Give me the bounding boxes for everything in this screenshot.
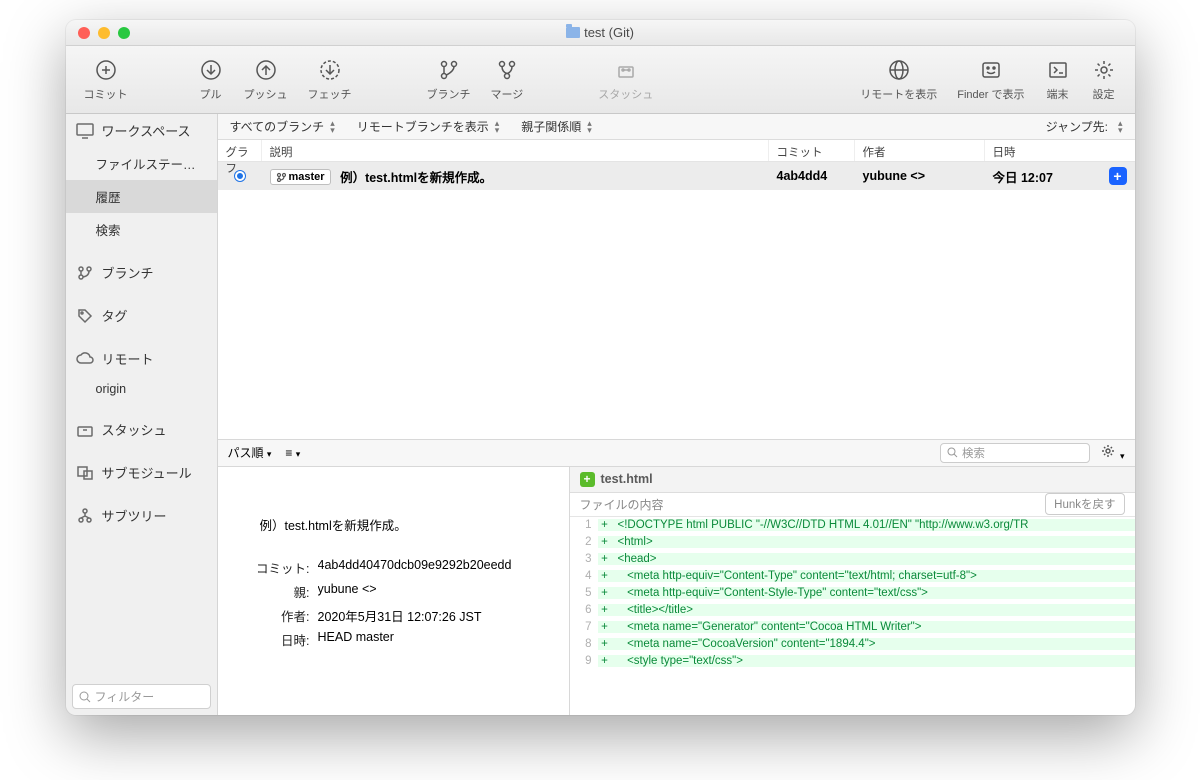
sidebar-item-search[interactable]: 検索 (66, 213, 217, 246)
globe-icon (886, 57, 912, 83)
commit-list-empty (218, 190, 1135, 439)
commit-button[interactable]: コミット (74, 57, 138, 102)
col-graph[interactable]: グラフ (218, 140, 262, 161)
sidebar-item-history[interactable]: 履歴 (66, 180, 217, 213)
titlebar: test (Git) (66, 20, 1135, 46)
pull-button[interactable]: プル (188, 57, 234, 102)
remote-toggle-select[interactable]: リモートブランチを表示▴▾ (357, 118, 500, 135)
close-button[interactable] (78, 27, 90, 39)
add-button[interactable]: + (1109, 167, 1127, 185)
push-icon (253, 57, 279, 83)
drawer-icon (76, 422, 94, 438)
show-finder-button[interactable]: Finder で表示 (947, 57, 1034, 102)
monitor-icon (76, 123, 94, 139)
branch-badge[interactable]: master (270, 169, 331, 185)
main-area: すべてのブランチ▴▾ リモートブランチを表示▴▾ 親子関係順▴▾ ジャンプ先: … (218, 114, 1135, 715)
detail-author: 2020年5月31日 12:07:26 JST (318, 606, 549, 625)
branch-button[interactable]: ブランチ (417, 57, 481, 102)
sidebar-item-remote[interactable]: リモート (66, 342, 217, 375)
sidebar-item-subtree[interactable]: サブツリー (66, 499, 217, 532)
title-text: test (Git) (584, 25, 634, 40)
maximize-button[interactable] (118, 27, 130, 39)
search-input[interactable]: 検索 (940, 443, 1090, 463)
commit-row[interactable]: master 例）test.htmlを新規作成。 4ab4dd4 yubune … (218, 162, 1135, 190)
diff-subheader: ファイルの内容 Hunkを戻す (570, 493, 1135, 517)
sidebar: ワークスペース ファイルステー… 履歴 検索 ブランチ タグ リモート orig… (66, 114, 218, 715)
push-button[interactable]: プッシュ (234, 57, 298, 102)
subtree-icon (76, 508, 94, 524)
commit-date: 今日 12:07 (993, 167, 1053, 186)
pull-icon (198, 57, 224, 83)
folder-icon (566, 27, 580, 38)
diff-file-header[interactable]: + test.html (570, 467, 1135, 493)
detail-message: 例）test.htmlを新規作成。 (238, 515, 549, 534)
detail-parent: yubune <> (318, 582, 549, 601)
col-date[interactable]: 日時 (985, 140, 1135, 161)
commit-icon (93, 57, 119, 83)
diff-panel: + test.html ファイルの内容 Hunkを戻す 1+<!DOCTYPE … (570, 467, 1135, 716)
commit-detail: 例）test.htmlを新規作成。 コミット:4ab4dd40470dcb09e… (218, 467, 570, 716)
jump-to-label: ジャンプ先: (1046, 118, 1108, 135)
app-window: test (Git) コミット プル プッシュ フェッチ ブランチ マージ (66, 20, 1135, 715)
column-headers: グラフ 説明 コミット 作者 日時 (218, 140, 1135, 162)
view-mode-select[interactable]: ≡ ▾ (285, 446, 300, 460)
sidebar-item-submodule[interactable]: サブモジュール (66, 456, 217, 489)
added-icon: + (580, 472, 595, 487)
commit-hash: 4ab4dd4 (769, 169, 855, 183)
order-select[interactable]: 親子関係順▴▾ (521, 118, 592, 135)
stash-button[interactable]: スタッシュ (588, 57, 663, 102)
branch-icon (436, 57, 462, 83)
fetch-button[interactable]: フェッチ (298, 57, 362, 102)
branch-filter-select[interactable]: すべてのブランチ▴▾ (230, 118, 335, 135)
finder-icon (978, 57, 1004, 83)
fetch-icon (317, 57, 343, 83)
tag-icon (76, 308, 94, 324)
stash-icon (613, 57, 639, 83)
window-title: test (Git) (66, 25, 1135, 40)
col-author[interactable]: 作者 (855, 140, 985, 161)
terminal-icon (1045, 57, 1071, 83)
merge-button[interactable]: マージ (481, 57, 534, 102)
diff-code[interactable]: 1+<!DOCTYPE html PUBLIC "-//W3C//DTD HTM… (570, 517, 1135, 716)
merge-icon (494, 57, 520, 83)
diff-filename: test.html (601, 472, 653, 486)
jump-to-select[interactable]: ▴▾ (1118, 120, 1123, 134)
terminal-button[interactable]: 端末 (1035, 57, 1081, 102)
detail-date: HEAD master (318, 630, 549, 649)
sidebar-item-workspace[interactable]: ワークスペース (66, 114, 217, 147)
sidebar-item-stash[interactable]: スタッシュ (66, 413, 217, 446)
show-remote-button[interactable]: リモートを表示 (850, 57, 947, 102)
cloud-icon (76, 351, 94, 367)
gear-icon (1091, 57, 1117, 83)
path-bar: パス順 ▾ ≡ ▾ 検索 ▾ (218, 439, 1135, 467)
search-icon (79, 691, 91, 703)
filter-input[interactable]: フィルター (72, 684, 211, 709)
sidebar-item-origin[interactable]: origin (66, 375, 217, 403)
settings-button[interactable]: 設定 (1081, 57, 1127, 102)
col-commit[interactable]: コミット (769, 140, 855, 161)
path-order-select[interactable]: パス順 ▾ (228, 444, 272, 461)
toolbar: コミット プル プッシュ フェッチ ブランチ マージ スタッシュ (66, 46, 1135, 114)
commit-author: yubune <> (855, 169, 985, 183)
hunk-revert-button[interactable]: Hunkを戻す (1045, 493, 1124, 515)
branch-icon (76, 265, 94, 281)
commit-message: 例）test.htmlを新規作成。 (340, 171, 492, 185)
col-description[interactable]: 説明 (262, 140, 769, 161)
search-icon (947, 447, 958, 458)
sidebar-item-tag[interactable]: タグ (66, 299, 217, 332)
minimize-button[interactable] (98, 27, 110, 39)
traffic-lights (78, 27, 130, 39)
filter-bar: すべてのブランチ▴▾ リモートブランチを表示▴▾ 親子関係順▴▾ ジャンプ先: … (218, 114, 1135, 140)
submodule-icon (76, 465, 94, 481)
sidebar-item-file-status[interactable]: ファイルステー… (66, 147, 217, 180)
commit-dot-icon (235, 171, 245, 181)
sidebar-item-branch[interactable]: ブランチ (66, 256, 217, 289)
detail-commit: 4ab4dd40470dcb09e9292b20eedd (318, 558, 549, 577)
options-button[interactable]: ▾ (1100, 443, 1125, 462)
